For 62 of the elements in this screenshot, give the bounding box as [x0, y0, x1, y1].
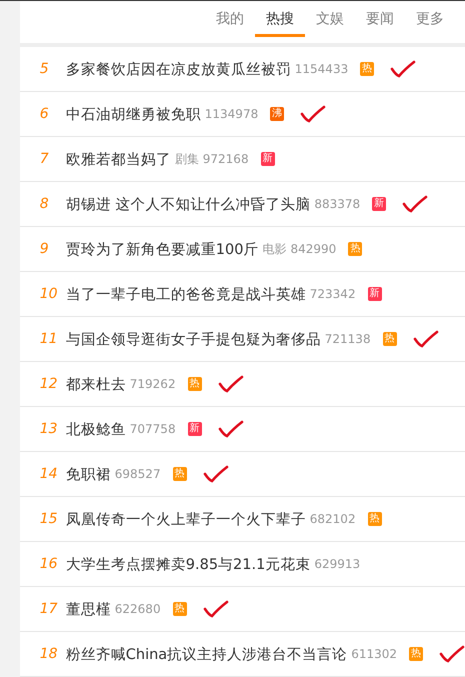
- topic-tag: 沸: [270, 107, 284, 121]
- search-count: 972168: [202, 152, 249, 166]
- rank-number: 12: [40, 376, 59, 392]
- search-count: 883378: [314, 197, 360, 211]
- tab[interactable]: 更多: [405, 1, 455, 43]
- topic-tag: 热: [409, 647, 423, 661]
- topic-tag: 热: [382, 332, 397, 346]
- search-count: 707758: [130, 422, 176, 436]
- rank-number: 7: [40, 151, 50, 167]
- rank-number: 10: [40, 286, 59, 302]
- search-count: 698527: [114, 467, 161, 481]
- tab[interactable]: 要闻: [355, 1, 405, 43]
- topic-link[interactable]: 中石油胡继勇被免职: [66, 104, 201, 124]
- rank-number: 18: [40, 646, 59, 662]
- search-count: 611302: [351, 647, 397, 661]
- search-count: 723342: [310, 287, 356, 301]
- topic-tag: 新: [188, 422, 202, 436]
- tab[interactable]: 热搜: [255, 1, 305, 37]
- tab[interactable]: 我的: [205, 1, 255, 43]
- topic-link[interactable]: 与国企领导逛街女子手提包疑为奢侈品: [66, 330, 321, 348]
- topic-link[interactable]: 多家餐饮店因在凉皮放黄瓜丝被罚: [66, 60, 291, 78]
- tab[interactable]: 文娱: [305, 1, 355, 43]
- topic-link[interactable]: 贾玲为了新角色要减重100斤: [66, 240, 258, 258]
- search-count: 1154433: [294, 62, 348, 76]
- topic-tag: 新: [368, 287, 382, 301]
- topic-tag: 热: [172, 602, 187, 616]
- topic-tag: 热: [172, 467, 187, 481]
- topic-link[interactable]: 当了一辈子电工的爸爸竟是战斗英雄: [66, 284, 306, 304]
- search-count: 721138: [324, 332, 371, 346]
- topic-tag: 热: [348, 242, 362, 256]
- search-count: 629913: [314, 557, 360, 571]
- rank-number: 14: [40, 466, 59, 482]
- search-count: 682102: [310, 512, 356, 526]
- topic-link[interactable]: 董思槿: [66, 600, 111, 618]
- topic-link[interactable]: 大学生考点摆摊卖9.85与21.1元花束: [66, 554, 310, 574]
- rank-number: 15: [40, 511, 59, 527]
- topic-tag: 新: [372, 197, 386, 211]
- topic-link[interactable]: 凤凰传奇一个火上辈子一个火下辈子: [66, 510, 306, 528]
- rank-number: 16: [40, 556, 59, 572]
- search-count: 719262: [130, 377, 176, 391]
- topic-link[interactable]: 免职裙: [66, 464, 111, 484]
- topic-tag: 热: [368, 512, 382, 526]
- search-count: 1134978: [204, 107, 258, 121]
- topic-link[interactable]: 粉丝齐喊China抗议主持人涉港台不当言论: [66, 644, 348, 664]
- topic-link[interactable]: 欧雅若都当妈了: [66, 150, 171, 168]
- rank-number: 6: [40, 106, 50, 122]
- topic-link[interactable]: 都来杜去: [66, 374, 126, 394]
- topic-link[interactable]: 胡锡进 这个人不知让什么冲昏了头脑: [66, 194, 310, 214]
- rank-number: 11: [40, 331, 59, 347]
- topic-tag: 热: [360, 62, 374, 76]
- category-label: 剧集: [174, 150, 199, 168]
- rank-number: 5: [40, 61, 50, 77]
- rank-number: 13: [40, 421, 59, 437]
- category-label: 电影: [262, 240, 286, 258]
- search-count: 842990: [290, 242, 336, 256]
- rank-number: 17: [40, 601, 59, 617]
- search-count: 622680: [114, 602, 161, 616]
- topic-tag: 热: [188, 377, 202, 391]
- rank-number: 9: [40, 241, 50, 257]
- rank-number: 8: [40, 196, 50, 212]
- topic-tag: 新: [260, 152, 275, 166]
- topic-link[interactable]: 北极鲶鱼: [66, 420, 126, 438]
